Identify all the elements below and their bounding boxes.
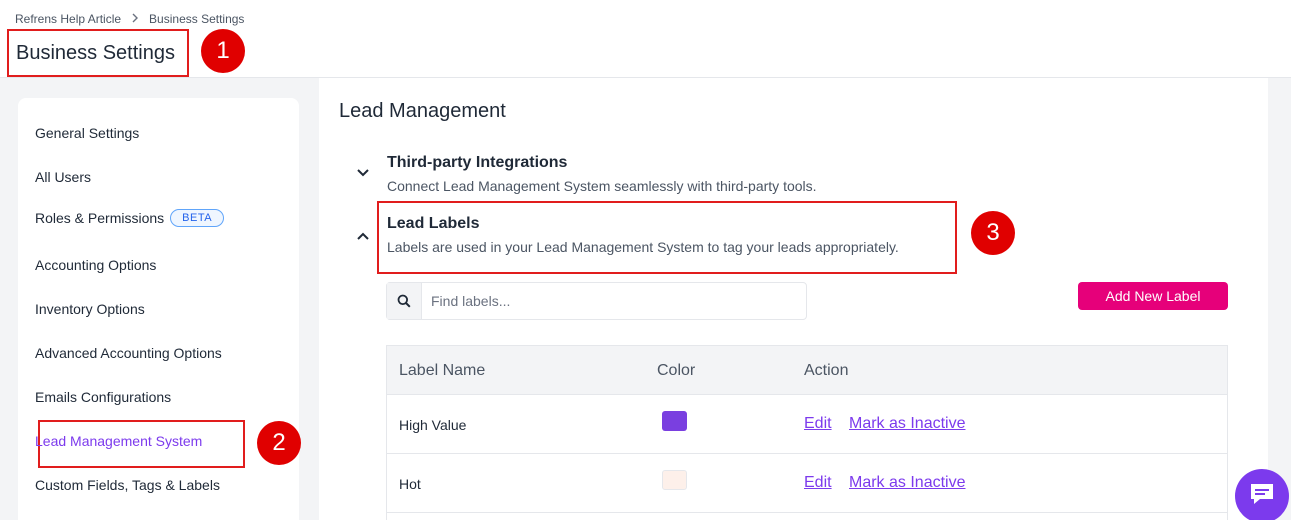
sidebar-item-roles-permissions[interactable]: Roles & Permissions BETA: [35, 209, 225, 227]
chevron-down-icon[interactable]: [355, 165, 371, 181]
add-new-label-button[interactable]: Add New Label: [1078, 282, 1228, 310]
labels-table: Label Name Color Action High Value Edit …: [386, 345, 1228, 520]
label-name-cell: Hot: [399, 476, 421, 492]
sidebar-item-label: All Users: [35, 169, 92, 185]
breadcrumb-root-link[interactable]: Refrens Help Article: [15, 12, 121, 26]
accordion-description: Connect Lead Management System seamlessl…: [387, 178, 817, 194]
edit-link[interactable]: Edit: [804, 474, 832, 492]
sidebar-item-label: Emails Configurations: [35, 389, 172, 405]
breadcrumb: Refrens Help Article Business Settings: [15, 12, 244, 26]
chat-widget-button[interactable]: [1235, 469, 1289, 520]
column-header-action: Action: [804, 362, 849, 379]
page-title: Business Settings: [16, 41, 175, 64]
color-swatch: [662, 470, 687, 490]
sidebar-item-inventory-options[interactable]: Inventory Options: [35, 301, 145, 317]
accordion-title-lead-labels[interactable]: Lead Labels: [387, 215, 479, 233]
sidebar-item-label: Lead Management System: [35, 433, 203, 449]
table-header: Label Name Color Action: [387, 346, 1227, 395]
accordion-title-third-party[interactable]: Third-party Integrations: [387, 154, 567, 172]
annotation-badge-3: 3: [971, 211, 1015, 255]
label-name-cell: High Value: [399, 417, 467, 433]
search-input[interactable]: [422, 283, 806, 319]
color-swatch: [662, 411, 687, 431]
beta-badge: BETA: [170, 209, 225, 227]
edit-link[interactable]: Edit: [804, 415, 832, 433]
sidebar-item-emails-configurations[interactable]: Emails Configurations: [35, 389, 171, 405]
sidebar-item-label: Roles & Permissions: [35, 210, 165, 226]
section-title: Lead Management: [339, 100, 506, 122]
sidebar-item-label: Accounting Options: [35, 257, 157, 273]
annotation-badge-1: 1: [201, 29, 245, 73]
chevron-up-icon[interactable]: [355, 228, 371, 244]
sidebar-item-label: Advanced Accounting Options: [35, 345, 222, 361]
page-title-highlight: Business Settings: [7, 29, 189, 77]
sidebar-item-advanced-accounting-options[interactable]: Advanced Accounting Options: [35, 345, 222, 361]
sidebar-item-lead-management-system[interactable]: Lead Management System: [35, 433, 202, 449]
annotation-badge-2: 2: [257, 421, 301, 465]
table-row: High Value Edit Mark as Inactive: [387, 395, 1227, 454]
chevron-right-icon: [131, 13, 139, 26]
sidebar-item-all-users[interactable]: All Users: [35, 169, 91, 185]
sidebar-item-accounting-options[interactable]: Accounting Options: [35, 257, 156, 273]
sidebar-item-custom-fields-tags-labels[interactable]: Custom Fields, Tags & Labels: [35, 477, 220, 493]
lead-labels-highlight: [377, 201, 957, 274]
top-bar: Refrens Help Article Business Settings B…: [0, 0, 1291, 78]
mark-inactive-link[interactable]: Mark as Inactive: [849, 415, 965, 433]
sidebar-item-general-settings[interactable]: General Settings: [35, 125, 139, 141]
accordion-description: Labels are used in your Lead Management …: [387, 239, 899, 255]
search-icon: [387, 283, 422, 319]
sidebar-item-label: Custom Fields, Tags & Labels: [35, 477, 220, 493]
column-header-color: Color: [657, 362, 696, 379]
chat-icon: [1249, 482, 1275, 511]
table-row: Hot Edit Mark as Inactive: [387, 454, 1227, 513]
mark-inactive-link[interactable]: Mark as Inactive: [849, 474, 965, 492]
sidebar-item-label: Inventory Options: [35, 301, 145, 317]
label-search: [386, 282, 807, 320]
sidebar-item-label: General Settings: [35, 125, 140, 141]
breadcrumb-current: Business Settings: [149, 12, 245, 26]
column-header-label-name: Label Name: [399, 362, 486, 379]
